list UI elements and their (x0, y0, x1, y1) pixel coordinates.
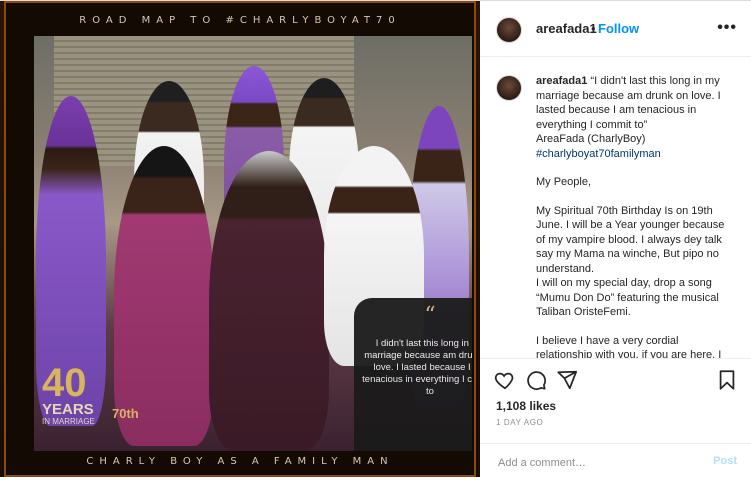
like-count[interactable]: 1,108 likes (496, 399, 556, 413)
caption-paragraph: I believe I have a very cordial relation… (536, 334, 722, 359)
separator-dot: • (591, 21, 596, 36)
caption-greeting: My People, (536, 176, 592, 188)
badge-subtitle: IN MARRIAGE (42, 417, 95, 426)
bookmark-icon[interactable] (716, 369, 738, 391)
quote-text: I didn't last this long in my marriage b… (362, 338, 472, 397)
poster-bottom-text: CHARLY BOY AS A FAMILY MAN (86, 456, 394, 467)
family-photo: “ I didn't last this long in my marriage… (34, 36, 472, 451)
heart-icon[interactable] (494, 369, 516, 391)
share-icon[interactable] (556, 369, 578, 391)
action-bar: 1,108 likes 1 DAY AGO Post (480, 358, 751, 479)
avatar[interactable] (496, 17, 522, 43)
comment-input[interactable] (496, 452, 700, 474)
person-shape (114, 146, 214, 446)
caption-avatar[interactable] (496, 75, 522, 101)
follow-button[interactable]: Follow (598, 21, 639, 36)
post-media[interactable]: ROAD MAP TO #CHARLYBOYAT70 “ I didn't la… (0, 1, 481, 477)
header-username[interactable]: areafada1 (536, 21, 597, 36)
caption-area[interactable]: areafada1 “I didn't last this long in my… (480, 58, 751, 358)
caption-paragraph: My Spiritual 70th Birthday Is on 19th Ju… (536, 204, 725, 275)
quote-mark-icon: “ (424, 303, 436, 328)
badge-years: YEARS (42, 401, 94, 418)
more-options-icon[interactable]: ••• (717, 19, 737, 37)
post-sidebar: areafada1 • Follow ••• areafada1 “I didn… (480, 1, 751, 477)
caption-text: areafada1 “I didn't last this long in my… (536, 74, 736, 358)
comment-icon[interactable] (525, 369, 547, 391)
instagram-post-modal: ROAD MAP TO #CHARLYBOYAT70 “ I didn't la… (0, 0, 751, 477)
caption-username[interactable]: areafada1 (536, 75, 587, 87)
caption-paragraph: I will on my special day, drop a song “M… (536, 277, 719, 318)
post-comment-button[interactable]: Post (713, 455, 737, 467)
badge-70-logo: 70th (112, 406, 139, 421)
hashtag-link[interactable]: #charlyboyat70familyman (536, 148, 661, 160)
caption-signature: AreaFada (CharlyBoy) (536, 133, 646, 145)
poster-top-text: ROAD MAP TO #CHARLYBOYAT70 (79, 15, 401, 26)
person-shape (209, 151, 329, 451)
quote-card: “ I didn't last this long in my marriage… (354, 298, 472, 451)
anniversary-badge: 40 YEARS IN MARRIAGE (42, 363, 95, 426)
post-header: areafada1 • Follow ••• (480, 1, 751, 57)
post-timestamp[interactable]: 1 DAY AGO (496, 418, 543, 427)
poster-image: ROAD MAP TO #CHARLYBOYAT70 “ I didn't la… (4, 1, 476, 477)
badge-number: 40 (42, 361, 87, 405)
comment-form: Post (480, 443, 751, 480)
